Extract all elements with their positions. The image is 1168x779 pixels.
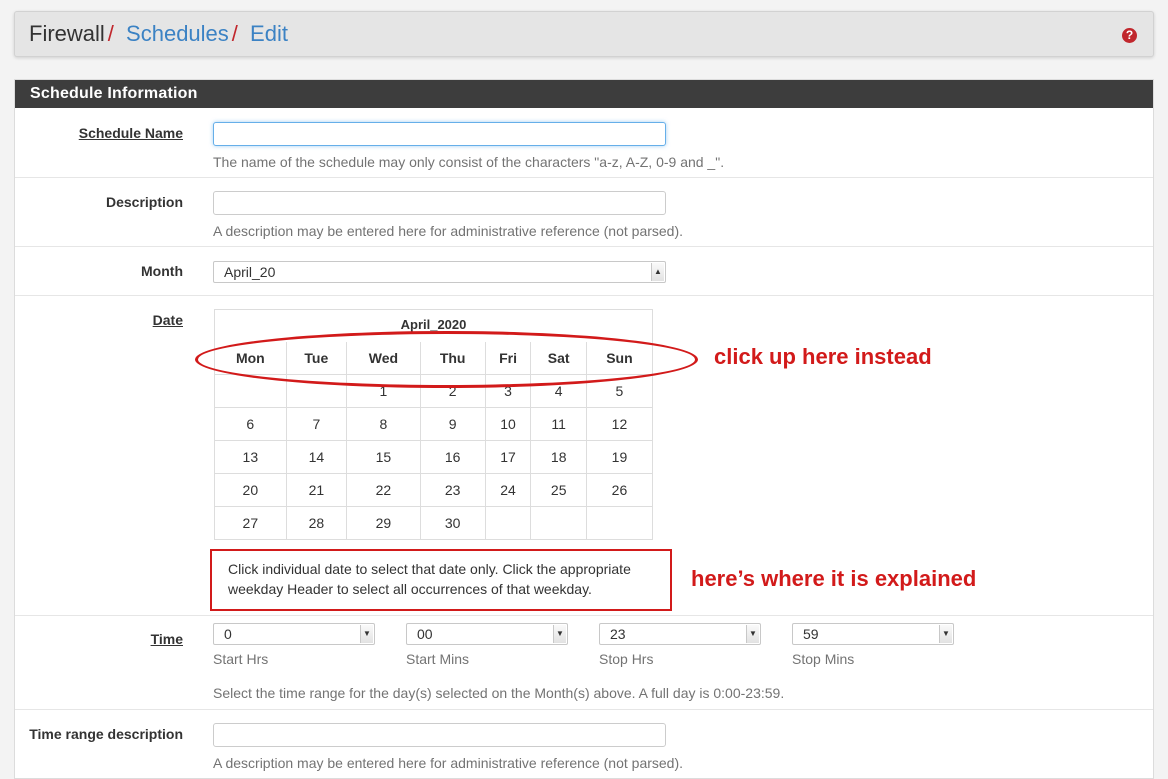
calendar-day-21[interactable]: 21 bbox=[285, 473, 348, 507]
start-hrs-label: Start Hrs bbox=[213, 651, 269, 667]
calendar-week-row: 13 14 15 16 17 18 19 bbox=[215, 440, 652, 474]
annotation-note-hint: here’s where it is explained bbox=[691, 566, 977, 591]
calendar-empty-cell bbox=[530, 506, 587, 539]
stop-mins-select[interactable]: 59 ▼ bbox=[792, 623, 954, 645]
calendar-empty-cell bbox=[484, 506, 532, 539]
calendar-day-18[interactable]: 18 bbox=[530, 440, 587, 474]
stop-hrs-select[interactable]: 23 ▼ bbox=[599, 623, 761, 645]
calendar-day-7[interactable]: 7 bbox=[285, 407, 348, 441]
calendar-day-12[interactable]: 12 bbox=[585, 407, 652, 441]
time-range-description-help: A description may be entered here for ad… bbox=[213, 755, 684, 771]
stop-hrs-label: Stop Hrs bbox=[599, 651, 654, 667]
calendar-empty-cell bbox=[585, 506, 652, 539]
annotation-header-hint: click up here instead bbox=[714, 344, 932, 369]
description-input[interactable] bbox=[213, 191, 666, 215]
select-arrow-icon: ▼ bbox=[360, 625, 373, 643]
month-select[interactable]: April_20 ▲ bbox=[213, 261, 666, 283]
stop-hrs-value: 23 bbox=[610, 626, 626, 642]
start-mins-value: 00 bbox=[417, 626, 433, 642]
time-range-description-label: Time range description bbox=[29, 726, 183, 742]
description-row: Description A description may be entered… bbox=[15, 177, 1153, 247]
calendar-day-8[interactable]: 8 bbox=[346, 407, 421, 441]
select-arrow-icon: ▼ bbox=[746, 625, 759, 643]
stop-mins-label: Stop Mins bbox=[792, 651, 855, 667]
time-help: Select the time range for the day(s) sel… bbox=[213, 685, 785, 701]
description-label: Description bbox=[105, 194, 183, 210]
panel-title: Schedule Information bbox=[15, 80, 1153, 108]
time-row: Time 0 ▼ Start Hrs 00 ▼ Start Mins 23 ▼ … bbox=[15, 615, 1153, 710]
calendar-day-19[interactable]: 19 bbox=[585, 440, 652, 474]
calendar-week-row: 6 7 8 9 10 11 12 bbox=[215, 407, 652, 441]
calendar-week-row: 20 21 22 23 24 25 26 bbox=[215, 473, 652, 507]
page-header: Firewall / Schedules / Edit ? bbox=[14, 11, 1154, 57]
calendar-day-22[interactable]: 22 bbox=[346, 473, 421, 507]
start-hrs-field: 0 ▼ Start Hrs bbox=[213, 623, 375, 667]
breadcrumb: Firewall / Schedules / Edit bbox=[29, 22, 288, 46]
select-arrow-icon: ▲ bbox=[651, 263, 664, 281]
month-row: Month April_20 ▲ bbox=[15, 246, 1153, 296]
calendar-day-20[interactable]: 20 bbox=[215, 473, 287, 507]
calendar-day-29[interactable]: 29 bbox=[346, 506, 421, 539]
stop-hrs-field: 23 ▼ Stop Hrs bbox=[599, 623, 761, 667]
calendar-week-row: 27 28 29 30 bbox=[215, 506, 652, 539]
calendar-day-6[interactable]: 6 bbox=[215, 407, 287, 441]
calendar-day-24[interactable]: 24 bbox=[484, 473, 532, 507]
calendar-day-28[interactable]: 28 bbox=[285, 506, 348, 539]
calendar-day-13[interactable]: 13 bbox=[215, 440, 287, 474]
stop-mins-value: 59 bbox=[803, 626, 819, 642]
breadcrumb-edit-link[interactable]: Edit bbox=[250, 21, 288, 46]
stop-mins-field: 59 ▼ Stop Mins bbox=[792, 623, 954, 667]
calendar-day-25[interactable]: 25 bbox=[530, 473, 587, 507]
calendar-day-16[interactable]: 16 bbox=[419, 440, 486, 474]
schedule-name-label: Schedule Name bbox=[78, 125, 183, 141]
calendar-day-15[interactable]: 15 bbox=[346, 440, 421, 474]
breadcrumb-separator: / bbox=[107, 21, 114, 46]
start-hrs-select[interactable]: 0 ▼ bbox=[213, 623, 375, 645]
start-mins-label: Start Mins bbox=[406, 651, 470, 667]
calendar-day-10[interactable]: 10 bbox=[484, 407, 532, 441]
annotation-ellipse bbox=[195, 331, 698, 388]
calendar-day-14[interactable]: 14 bbox=[285, 440, 348, 474]
date-help-note: Click individual date to select that dat… bbox=[210, 549, 672, 611]
calendar-day-27[interactable]: 27 bbox=[215, 506, 287, 539]
start-mins-select[interactable]: 00 ▼ bbox=[406, 623, 568, 645]
breadcrumb-separator: / bbox=[231, 21, 238, 46]
time-range-description-row: Time range description A description may… bbox=[15, 709, 1153, 779]
calendar-day-23[interactable]: 23 bbox=[419, 473, 486, 507]
breadcrumb-firewall: Firewall bbox=[29, 21, 105, 46]
time-label: Time bbox=[150, 631, 183, 647]
help-icon[interactable]: ? bbox=[1122, 28, 1137, 43]
time-range-description-input[interactable] bbox=[213, 723, 666, 747]
calendar-body: 1 2 3 4 5 6 7 8 9 10 11 12 13 14 15 16 17 18 19 20 21 22 23 24 2… bbox=[215, 374, 652, 539]
month-select-value: April_20 bbox=[224, 264, 276, 280]
schedule-name-input[interactable] bbox=[213, 122, 666, 146]
calendar-day-17[interactable]: 17 bbox=[484, 440, 532, 474]
date-label: Date bbox=[152, 312, 183, 328]
start-mins-field: 00 ▼ Start Mins bbox=[406, 623, 568, 667]
schedule-name-row: Schedule Name The name of the schedule m… bbox=[15, 108, 1153, 178]
month-label: Month bbox=[141, 263, 183, 279]
breadcrumb-schedules-link[interactable]: Schedules bbox=[126, 21, 229, 46]
calendar-day-30[interactable]: 30 bbox=[419, 506, 486, 539]
schedule-name-help: The name of the schedule may only consis… bbox=[213, 154, 725, 170]
select-arrow-icon: ▼ bbox=[939, 625, 952, 643]
description-help: A description may be entered here for ad… bbox=[213, 223, 684, 239]
calendar-day-11[interactable]: 11 bbox=[530, 407, 587, 441]
select-arrow-icon: ▼ bbox=[553, 625, 566, 643]
calendar-day-9[interactable]: 9 bbox=[419, 407, 486, 441]
calendar-day-26[interactable]: 26 bbox=[585, 473, 652, 507]
start-hrs-value: 0 bbox=[224, 626, 232, 642]
